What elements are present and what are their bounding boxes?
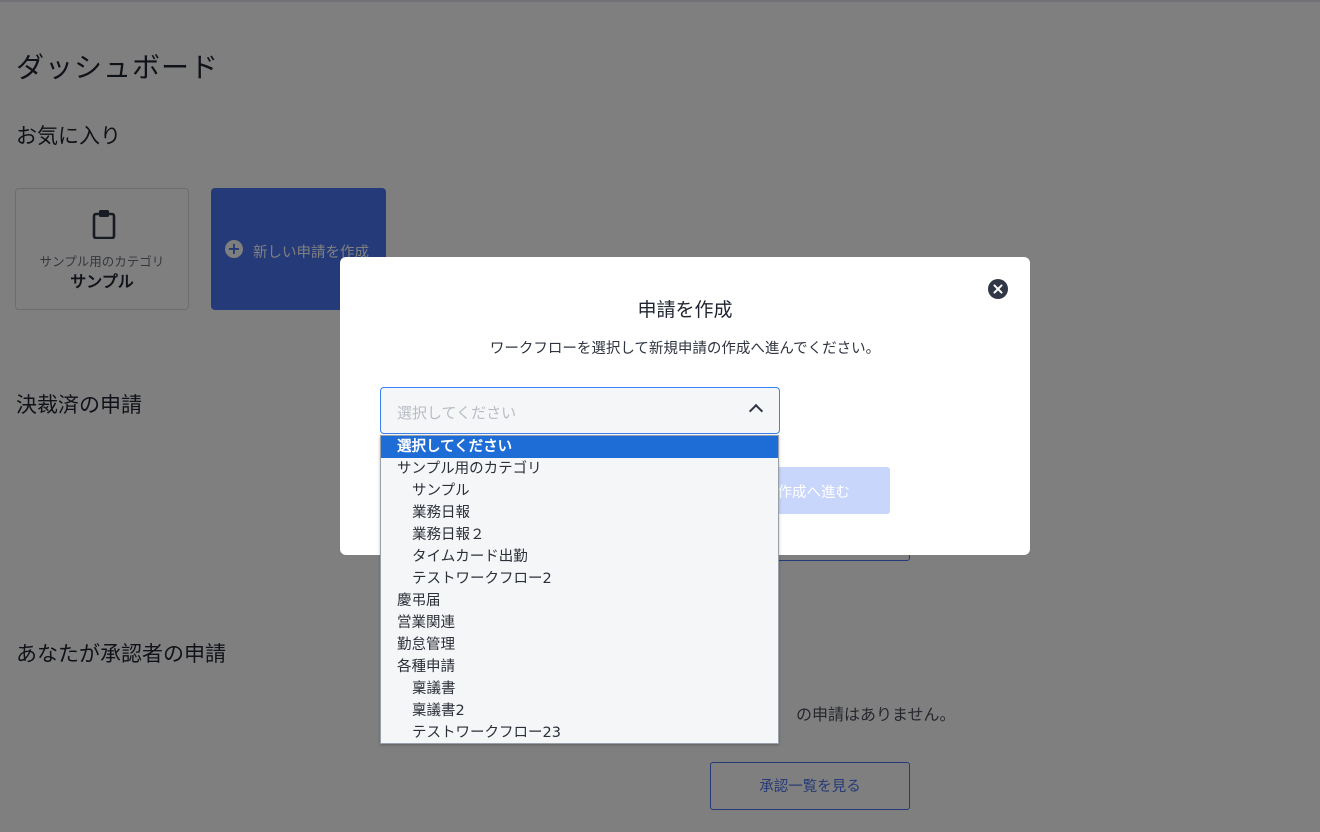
dropdown-option[interactable]: テストワークフロー23 [381,722,778,743]
dropdown-option[interactable]: 業務日報２ [381,524,778,546]
chevron-up-icon [748,403,764,419]
dropdown-option[interactable]: テストワークフロー2 [381,568,778,590]
dropdown-option[interactable]: 勤怠管理 [381,634,778,656]
dropdown-option[interactable]: 慶弔届 [381,590,778,612]
dropdown-option[interactable]: 各種申請 [381,656,778,678]
dropdown-option[interactable]: 営業関連 [381,612,778,634]
dropdown-option[interactable]: 業務日報 [381,502,778,524]
dropdown-option[interactable]: サンプル [381,480,778,502]
dashboard-page: ダッシュボード お気に入り サンプル用のカテゴリ サンプル + 新しい申請を作成… [0,0,1320,832]
dropdown-option[interactable]: 選択してください [381,436,778,458]
dropdown-option[interactable]: 稟議書2 [381,700,778,722]
proceed-button-label: 作成へ進む [777,485,851,501]
dropdown-option[interactable]: 稟議書 [381,678,778,700]
dropdown-option[interactable]: サンプル用のカテゴリ [381,458,778,480]
workflow-select[interactable]: 選択してください [380,387,780,434]
modal-description: ワークフローを選択して新規申請の作成へ進んでください。 [489,341,881,357]
workflow-options-dropdown[interactable]: 選択してください サンプル用のカテゴリ サンプル 業務日報 業務日報２ タイムカード出勤テ… [380,435,779,744]
dropdown-option[interactable]: タイムカード出勤 [381,546,778,568]
modal-title: 申請を作成 [637,299,733,321]
workflow-select-value: 選択してください [397,404,517,422]
